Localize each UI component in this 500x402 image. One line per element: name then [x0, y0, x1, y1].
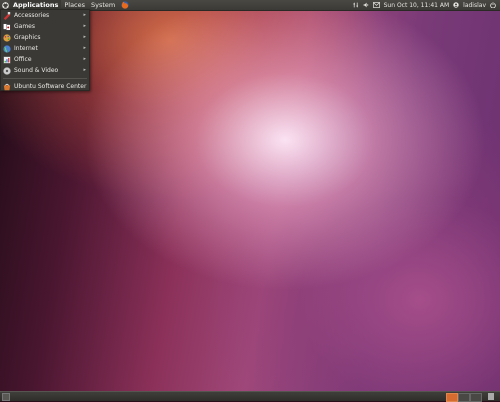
firefox-launcher-icon[interactable] — [121, 1, 129, 9]
menu-item-office[interactable]: Office ▸ — [1, 54, 89, 65]
network-icon[interactable] — [352, 2, 359, 8]
games-icon — [3, 23, 11, 31]
menu-item-label: Games — [14, 23, 35, 30]
workspace-2[interactable] — [458, 393, 470, 402]
menu-item-graphics[interactable]: Graphics ▸ — [1, 32, 89, 43]
user-name[interactable]: ladislav — [463, 2, 486, 9]
clock[interactable]: Sun Oct 10, 11:41 AM — [384, 2, 450, 9]
workspace-1[interactable] — [446, 393, 458, 402]
menu-item-label: Sound & Video — [14, 67, 59, 74]
menu-separator — [3, 78, 87, 79]
submenu-arrow-icon: ▸ — [83, 45, 86, 51]
office-icon — [3, 56, 11, 64]
menu-item-ubuntu-software-center[interactable]: Ubuntu Software Center — [1, 81, 89, 92]
mail-icon[interactable] — [372, 2, 380, 8]
submenu-arrow-icon: ▸ — [83, 56, 86, 62]
ubuntu-logo-icon[interactable] — [2, 1, 9, 9]
submenu-arrow-icon: ▸ — [83, 67, 86, 73]
menu-item-internet[interactable]: Internet ▸ — [1, 43, 89, 54]
workspace-3[interactable] — [470, 393, 482, 402]
menu-item-accessories[interactable]: Accessories ▸ — [1, 10, 89, 21]
menu-item-label: Ubuntu Software Center — [14, 83, 87, 90]
panel-tray: Sun Oct 10, 11:41 AM ladislav — [352, 2, 500, 9]
menu-item-sound-video[interactable]: Sound & Video ▸ — [1, 65, 89, 76]
power-icon[interactable] — [490, 2, 496, 8]
internet-icon — [3, 44, 11, 53]
menu-item-label: Internet — [14, 45, 38, 52]
menu-item-label: Office — [14, 56, 32, 63]
submenu-arrow-icon: ▸ — [83, 23, 86, 29]
trash-icon[interactable] — [488, 393, 494, 400]
applications-menu: Accessories ▸ Games ▸ Graphics ▸ Interne… — [0, 9, 90, 91]
submenu-arrow-icon: ▸ — [83, 34, 86, 40]
user-status-icon[interactable] — [453, 2, 459, 8]
menu-system[interactable]: System — [88, 0, 118, 10]
accessories-icon — [3, 11, 11, 20]
submenu-arrow-icon: ▸ — [83, 12, 86, 18]
menu-item-games[interactable]: Games ▸ — [1, 21, 89, 32]
menu-item-label: Graphics — [14, 34, 41, 41]
graphics-icon — [3, 33, 11, 42]
sound-video-icon — [3, 66, 11, 75]
software-center-icon — [3, 83, 11, 91]
menu-item-label: Accessories — [14, 12, 50, 19]
volume-icon[interactable] — [363, 2, 369, 8]
